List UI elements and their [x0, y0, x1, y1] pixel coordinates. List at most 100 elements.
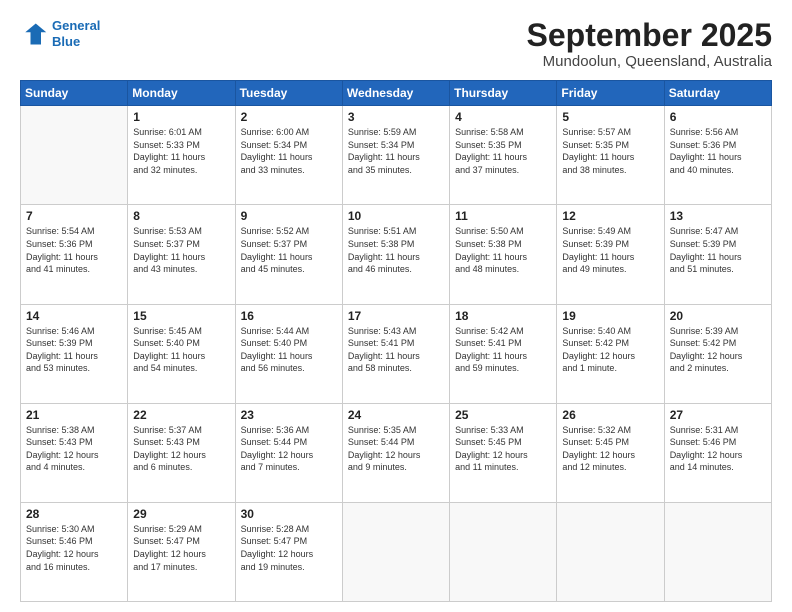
table-row: 1Sunrise: 6:01 AM Sunset: 5:33 PM Daylig… [128, 106, 235, 205]
location: Mundoolun, Queensland, Australia [527, 53, 772, 70]
day-number: 21 [26, 408, 122, 422]
header-saturday: Saturday [664, 81, 771, 106]
logo-line1: General [52, 18, 100, 33]
table-row: 3 Sunrise: 5:59 AM Sunset: 5:34 PM Daylig… [342, 106, 449, 205]
table-row: 6 Sunrise: 5:56 AM Sunset: 5:36 PM Daylig… [664, 106, 771, 205]
day-number: 6 [670, 110, 766, 124]
table-row: 7 Sunrise: 5:54 AM Sunset: 5:36 PM Daylig… [21, 205, 128, 304]
table-row: 2Sunrise: 6:00 AM Sunset: 5:34 PM Daylig… [235, 106, 342, 205]
day-number: 24 [348, 408, 444, 422]
day-info: Sunrise: 6:00 AM Sunset: 5:34 PM Dayligh… [241, 126, 337, 176]
day-number: 7 [26, 209, 122, 223]
day-info: Sunrise: 5:53 AM Sunset: 5:37 PM Dayligh… [133, 225, 229, 275]
header: General Blue September 2025 Mundoolun, Q… [20, 18, 772, 70]
day-info: Sunrise: 5:47 AM Sunset: 5:39 PM Dayligh… [670, 225, 766, 275]
calendar-week-row: 1Sunrise: 6:01 AM Sunset: 5:33 PM Daylig… [21, 106, 772, 205]
day-number: 8 [133, 209, 229, 223]
day-info: Sunrise: 5:37 AM Sunset: 5:43 PM Dayligh… [133, 424, 229, 474]
table-row [21, 106, 128, 205]
table-row [557, 502, 664, 601]
day-info: Sunrise: 5:42 AM Sunset: 5:41 PM Dayligh… [455, 325, 551, 375]
day-number: 1 [133, 110, 229, 124]
logo-icon [20, 20, 48, 48]
table-row: 4 Sunrise: 5:58 AM Sunset: 5:35 PM Daylig… [450, 106, 557, 205]
header-monday: Monday [128, 81, 235, 106]
table-row: 9 Sunrise: 5:52 AM Sunset: 5:37 PM Daylig… [235, 205, 342, 304]
day-info: Sunrise: 5:59 AM Sunset: 5:34 PM Dayligh… [348, 126, 444, 176]
day-number: 28 [26, 507, 122, 521]
day-info: Sunrise: 5:52 AM Sunset: 5:37 PM Dayligh… [241, 225, 337, 275]
day-info: Sunrise: 5:56 AM Sunset: 5:36 PM Dayligh… [670, 126, 766, 176]
header-friday: Friday [557, 81, 664, 106]
logo-text: General Blue [52, 18, 100, 49]
day-number: 27 [670, 408, 766, 422]
day-info: Sunrise: 5:30 AM Sunset: 5:46 PM Dayligh… [26, 523, 122, 573]
calendar-week-row: 7 Sunrise: 5:54 AM Sunset: 5:36 PM Daylig… [21, 205, 772, 304]
table-row: 8 Sunrise: 5:53 AM Sunset: 5:37 PM Daylig… [128, 205, 235, 304]
header-thursday: Thursday [450, 81, 557, 106]
table-row: 11Sunrise: 5:50 AM Sunset: 5:38 PM Dayli… [450, 205, 557, 304]
day-info: Sunrise: 5:43 AM Sunset: 5:41 PM Dayligh… [348, 325, 444, 375]
calendar-header-row: Sunday Monday Tuesday Wednesday Thursday… [21, 81, 772, 106]
table-row: 26Sunrise: 5:32 AM Sunset: 5:45 PM Dayli… [557, 403, 664, 502]
day-number: 9 [241, 209, 337, 223]
table-row [450, 502, 557, 601]
day-number: 15 [133, 309, 229, 323]
day-number: 16 [241, 309, 337, 323]
day-number: 23 [241, 408, 337, 422]
day-info: Sunrise: 5:50 AM Sunset: 5:38 PM Dayligh… [455, 225, 551, 275]
table-row: 5Sunrise: 5:57 AM Sunset: 5:35 PM Daylig… [557, 106, 664, 205]
title-block: September 2025 Mundoolun, Queensland, Au… [527, 18, 772, 70]
day-number: 14 [26, 309, 122, 323]
table-row: 29 Sunrise: 5:29 AM Sunset: 5:47 PM Dayli… [128, 502, 235, 601]
day-info: Sunrise: 5:54 AM Sunset: 5:36 PM Dayligh… [26, 225, 122, 275]
logo: General Blue [20, 18, 100, 49]
day-info: Sunrise: 5:51 AM Sunset: 5:38 PM Dayligh… [348, 225, 444, 275]
day-info: Sunrise: 5:44 AM Sunset: 5:40 PM Dayligh… [241, 325, 337, 375]
day-info: Sunrise: 5:29 AM Sunset: 5:47 PM Dayligh… [133, 523, 229, 573]
day-info: Sunrise: 5:45 AM Sunset: 5:40 PM Dayligh… [133, 325, 229, 375]
table-row: 10 Sunrise: 5:51 AM Sunset: 5:38 PM Dayli… [342, 205, 449, 304]
table-row: 23 Sunrise: 5:36 AM Sunset: 5:44 PM Dayli… [235, 403, 342, 502]
table-row: 14 Sunrise: 5:46 AM Sunset: 5:39 PM Dayli… [21, 304, 128, 403]
calendar-week-row: 28 Sunrise: 5:30 AM Sunset: 5:46 PM Dayli… [21, 502, 772, 601]
day-info: Sunrise: 5:39 AM Sunset: 5:42 PM Dayligh… [670, 325, 766, 375]
day-number: 5 [562, 110, 658, 124]
day-number: 30 [241, 507, 337, 521]
day-number: 29 [133, 507, 229, 521]
day-info: Sunrise: 5:35 AM Sunset: 5:44 PM Dayligh… [348, 424, 444, 474]
day-number: 4 [455, 110, 551, 124]
logo-line2: Blue [52, 34, 80, 49]
day-number: 18 [455, 309, 551, 323]
day-info: Sunrise: 5:58 AM Sunset: 5:35 PM Dayligh… [455, 126, 551, 176]
day-info: Sunrise: 5:40 AM Sunset: 5:42 PM Dayligh… [562, 325, 658, 375]
day-number: 3 [348, 110, 444, 124]
page: General Blue September 2025 Mundoolun, Q… [0, 0, 792, 612]
header-wednesday: Wednesday [342, 81, 449, 106]
day-number: 17 [348, 309, 444, 323]
table-row [342, 502, 449, 601]
day-number: 26 [562, 408, 658, 422]
day-info: Sunrise: 5:38 AM Sunset: 5:43 PM Dayligh… [26, 424, 122, 474]
day-info: Sunrise: 5:46 AM Sunset: 5:39 PM Dayligh… [26, 325, 122, 375]
table-row: 17 Sunrise: 5:43 AM Sunset: 5:41 PM Dayli… [342, 304, 449, 403]
table-row: 19 Sunrise: 5:40 AM Sunset: 5:42 PM Dayli… [557, 304, 664, 403]
day-number: 22 [133, 408, 229, 422]
day-info: Sunrise: 5:36 AM Sunset: 5:44 PM Dayligh… [241, 424, 337, 474]
table-row: 21 Sunrise: 5:38 AM Sunset: 5:43 PM Dayli… [21, 403, 128, 502]
calendar-week-row: 14 Sunrise: 5:46 AM Sunset: 5:39 PM Dayli… [21, 304, 772, 403]
table-row: 30Sunrise: 5:28 AM Sunset: 5:47 PM Dayli… [235, 502, 342, 601]
day-number: 19 [562, 309, 658, 323]
day-number: 20 [670, 309, 766, 323]
day-number: 13 [670, 209, 766, 223]
table-row: 24 Sunrise: 5:35 AM Sunset: 5:44 PM Dayli… [342, 403, 449, 502]
day-info: Sunrise: 5:31 AM Sunset: 5:46 PM Dayligh… [670, 424, 766, 474]
table-row [664, 502, 771, 601]
day-number: 25 [455, 408, 551, 422]
day-number: 10 [348, 209, 444, 223]
month-title: September 2025 [527, 18, 772, 53]
table-row: 27 Sunrise: 5:31 AM Sunset: 5:46 PM Dayli… [664, 403, 771, 502]
header-sunday: Sunday [21, 81, 128, 106]
table-row: 20 Sunrise: 5:39 AM Sunset: 5:42 PM Dayli… [664, 304, 771, 403]
day-number: 12 [562, 209, 658, 223]
